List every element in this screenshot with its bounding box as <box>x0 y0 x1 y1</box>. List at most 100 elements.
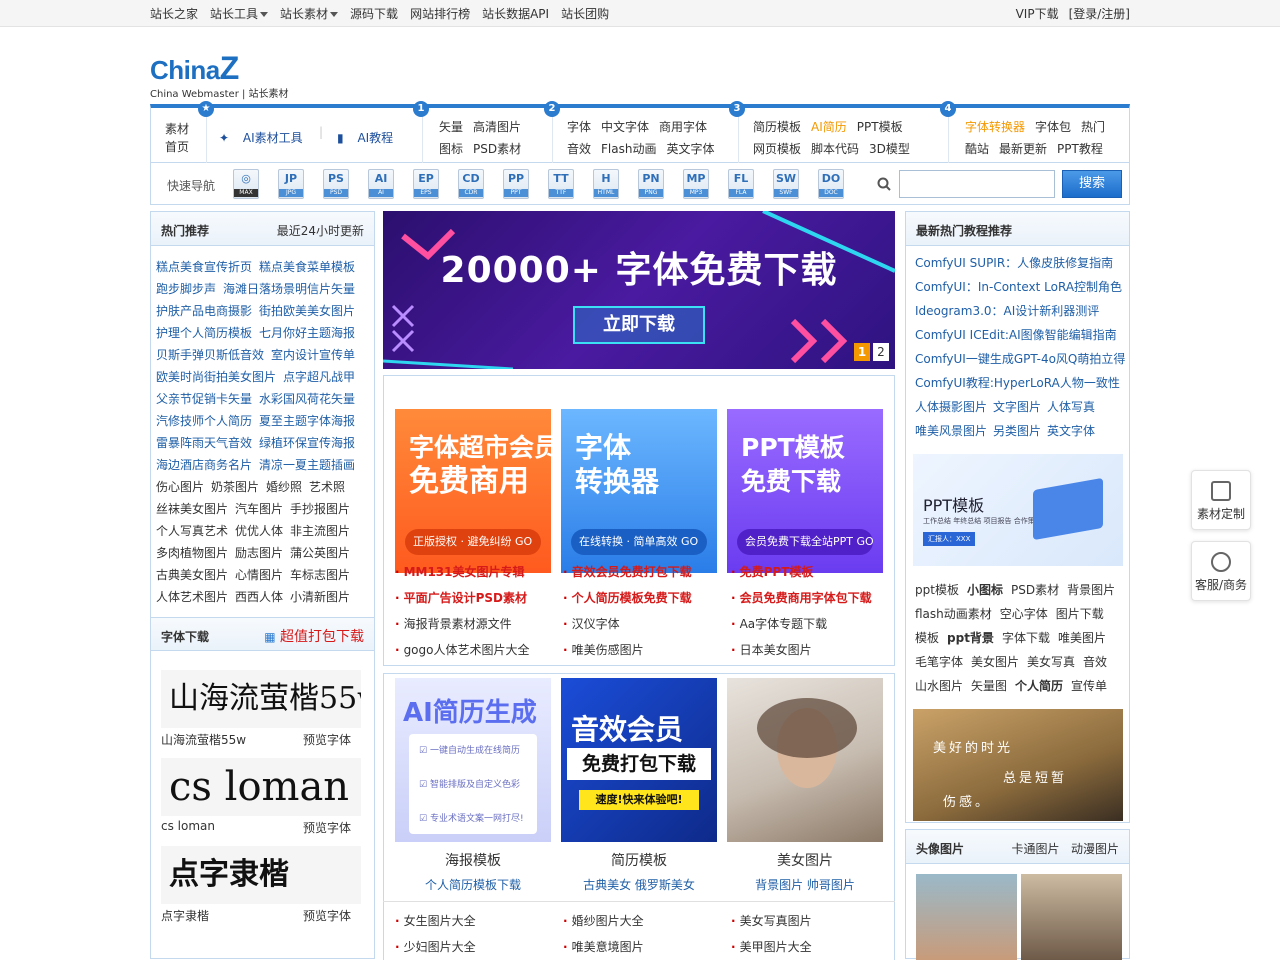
login-register-link[interactable]: [登录/注册] <box>1069 5 1130 22</box>
tutorial-link[interactable]: ComfyUI教程:HyperLoRA人物一致性 <box>915 371 1120 395</box>
pager-1[interactable]: 1 <box>854 343 870 361</box>
tag-link[interactable]: 另类图片 <box>993 424 1041 438</box>
quick-icon-mp3[interactable]: MP MP3 <box>683 169 709 199</box>
thumb-caption[interactable]: 海报模板 <box>395 850 551 870</box>
grid-link[interactable]: · 个人简历模板免费下载 <box>563 589 692 606</box>
grid-link[interactable]: · 平面广告设计PSD素材 <box>395 589 527 606</box>
hero-banner[interactable]: 20000+ 字体免费下载 立即下载 1 2 <box>383 211 895 369</box>
tag-link[interactable]: 图片下载 <box>1056 607 1104 621</box>
thumb-audio-member[interactable]: 音效会员 免费打包下载 速度!快来体验吧! <box>561 678 717 842</box>
quick-icon-cdr[interactable]: CD CDR <box>458 169 484 199</box>
promo-font-member[interactable]: 字体超市会员 免费商用 正版授权 · 避免纠纷 GO <box>395 409 551 573</box>
nav-font-pack[interactable]: 字体包 <box>1035 120 1071 134</box>
grid-link[interactable]: · 免费PPT模板 <box>731 563 813 580</box>
nav-font[interactable]: 字体 <box>567 120 591 134</box>
hot-link[interactable]: 清凉一夏主题插画 <box>259 458 355 472</box>
thumb-caption[interactable]: 美女图片 <box>727 850 883 870</box>
hot-link[interactable]: 街拍欧美美女图片 <box>259 304 355 318</box>
hot-link[interactable]: 点字超凡战甲 <box>283 370 355 384</box>
hot-link[interactable]: 奶茶图片 <box>211 480 259 494</box>
quick-icon-jpg[interactable]: JP JPG <box>278 169 304 199</box>
font-name[interactable]: 点字隶楷 <box>161 909 209 923</box>
hot-link[interactable]: 伤心图片 <box>156 480 204 494</box>
hot-link[interactable]: 优优人体 <box>235 524 283 538</box>
tag-link[interactable]: 唯美图片 <box>1058 631 1106 645</box>
tag-link[interactable]: 字体下载 <box>1002 631 1050 645</box>
quick-icon-html[interactable]: H HTML <box>593 169 619 199</box>
hot-link[interactable]: 跑步脚步声 <box>156 282 216 296</box>
avatar-link-anime[interactable]: 动漫图片 <box>1071 842 1119 856</box>
hot-link[interactable]: 雷暴阵雨天气音效 <box>156 436 252 450</box>
nav-commercial-font[interactable]: 商用字体 <box>659 120 707 134</box>
hot-link[interactable]: 父亲节促销卡矢量 <box>156 392 252 406</box>
font-preview-3[interactable]: 点字隶楷 <box>161 846 361 904</box>
hot-link[interactable]: 欧美时尚街拍美女图片 <box>156 370 276 384</box>
nav-psd[interactable]: PSD素材 <box>473 142 521 156</box>
tutorial-link[interactable]: Ideogram3.0：AI设计新利器测评 <box>915 299 1099 323</box>
nav-icon[interactable]: 图标 <box>439 142 463 156</box>
nav-ai-tutorial[interactable]: ▮ AI教程 <box>337 129 403 146</box>
nav-en-font[interactable]: 英文字体 <box>666 142 714 156</box>
vip-download-link[interactable]: VIP下载 <box>1016 5 1059 22</box>
hot-link[interactable]: 多肉植物图片 <box>156 546 228 560</box>
search-button[interactable]: 搜索 <box>1062 170 1122 198</box>
custom-material-button[interactable]: 素材定制 <box>1191 470 1251 530</box>
top-nav-group[interactable]: 站长团购 <box>561 5 609 22</box>
nav-resume[interactable]: 简历模板 <box>753 120 801 134</box>
tutorial-link[interactable]: ComfyUI ICEdit:AI图像智能编辑指南 <box>915 323 1117 347</box>
hot-link[interactable]: 水彩国风荷花矢量 <box>259 392 355 406</box>
avatar-thumb-1[interactable] <box>916 874 1017 960</box>
font-preview-link[interactable]: 预览字体 <box>303 731 351 748</box>
thumb-sublink[interactable]: 个人简历模板下载 <box>395 876 551 893</box>
font-name[interactable]: 山海流萤楷55w <box>161 733 246 747</box>
hot-link[interactable]: 海边酒店商务名片 <box>156 458 252 472</box>
thumb-beauty-photo[interactable] <box>727 678 883 842</box>
hot-link[interactable]: 护理个人简历模板 <box>156 326 252 340</box>
grid-link[interactable]: · 汉仪字体 <box>563 615 620 632</box>
promo-font-converter[interactable]: 字体 转换器 在线转换 · 简单高效 GO <box>561 409 717 573</box>
quick-icon-eps[interactable]: EP EPS <box>413 169 439 199</box>
tag-link[interactable]: 美女写真 <box>1027 655 1075 669</box>
quick-icon-fla[interactable]: FL FLA <box>728 169 754 199</box>
tag-link[interactable]: 矢量图 <box>971 679 1007 693</box>
font-pack-download[interactable]: ▦ 超值打包下载 <box>264 626 364 646</box>
top-nav-home[interactable]: 站长之家 <box>150 5 198 22</box>
tag-link[interactable]: 文字图片 <box>993 400 1041 414</box>
promo-ppt[interactable]: PPT模板 免费下载 会员免费下载全站PPT GO <box>727 409 883 573</box>
thumb-caption[interactable]: 简历模板 <box>561 850 717 870</box>
quick-icon-doc[interactable]: DO DOC <box>818 169 844 199</box>
hot-link[interactable]: 海滩日落场景明信片矢量 <box>223 282 355 296</box>
quick-icon-max[interactable]: ◎ MAX <box>233 169 259 199</box>
font-name[interactable]: cs loman <box>161 819 215 833</box>
nav-cn-font[interactable]: 中文字体 <box>601 120 649 134</box>
nav-ppt-tutorial[interactable]: PPT教程 <box>1057 142 1103 156</box>
hot-updated[interactable]: 最近24小时更新 <box>277 222 364 239</box>
quick-icon-ppt[interactable]: PP PPT <box>503 169 529 199</box>
grid-link[interactable]: · 音效会员免费打包下载 <box>563 563 692 580</box>
nav-script[interactable]: 脚本代码 <box>811 142 859 156</box>
hot-link[interactable]: 七月你好主题海报 <box>259 326 355 340</box>
grid-link[interactable]: · 婚纱图片大全 <box>563 912 644 929</box>
tag-link[interactable]: PSD素材 <box>1011 583 1059 597</box>
top-nav-rank[interactable]: 网站排行榜 <box>410 5 470 22</box>
hot-link[interactable]: 汽车图片 <box>235 502 283 516</box>
grid-link[interactable]: · MM131美女图片专辑 <box>395 563 525 580</box>
thumb-sublink[interactable]: 古典美女 俄罗斯美女 <box>561 876 717 893</box>
grid-link[interactable]: · 海报背景素材源文件 <box>395 615 512 632</box>
top-nav-material[interactable]: 站长素材 <box>280 5 339 22</box>
tag-link[interactable]: ppt模板 <box>915 583 959 597</box>
nav-flash[interactable]: Flash动画 <box>601 142 656 156</box>
tag-link[interactable]: 模板 <box>915 631 939 645</box>
hot-link[interactable]: 古典美女图片 <box>156 568 228 582</box>
hot-link[interactable]: 励志图片 <box>235 546 283 560</box>
nav-3d[interactable]: 3D模型 <box>869 142 910 156</box>
tag-link[interactable]: 背景图片 <box>1067 583 1115 597</box>
thumb-ai-resume[interactable]: AI简历生成 ☑ 一键自动生成在线简历 ☑ 智能排版及自定义色彩 ☑ 专业术语文案一… <box>395 678 551 842</box>
tag-link[interactable]: 山水图片 <box>915 679 963 693</box>
nav-hot[interactable]: 热门 <box>1081 120 1105 134</box>
hot-link[interactable]: 护肤产品电商摄影 <box>156 304 252 318</box>
font-preview-link[interactable]: 预览字体 <box>303 907 351 924</box>
grid-link[interactable]: · 女生图片大全 <box>395 912 476 929</box>
hot-link[interactable]: 糕点美食菜单模板 <box>259 260 355 274</box>
nav-hd-image[interactable]: 高清图片 <box>473 120 521 134</box>
